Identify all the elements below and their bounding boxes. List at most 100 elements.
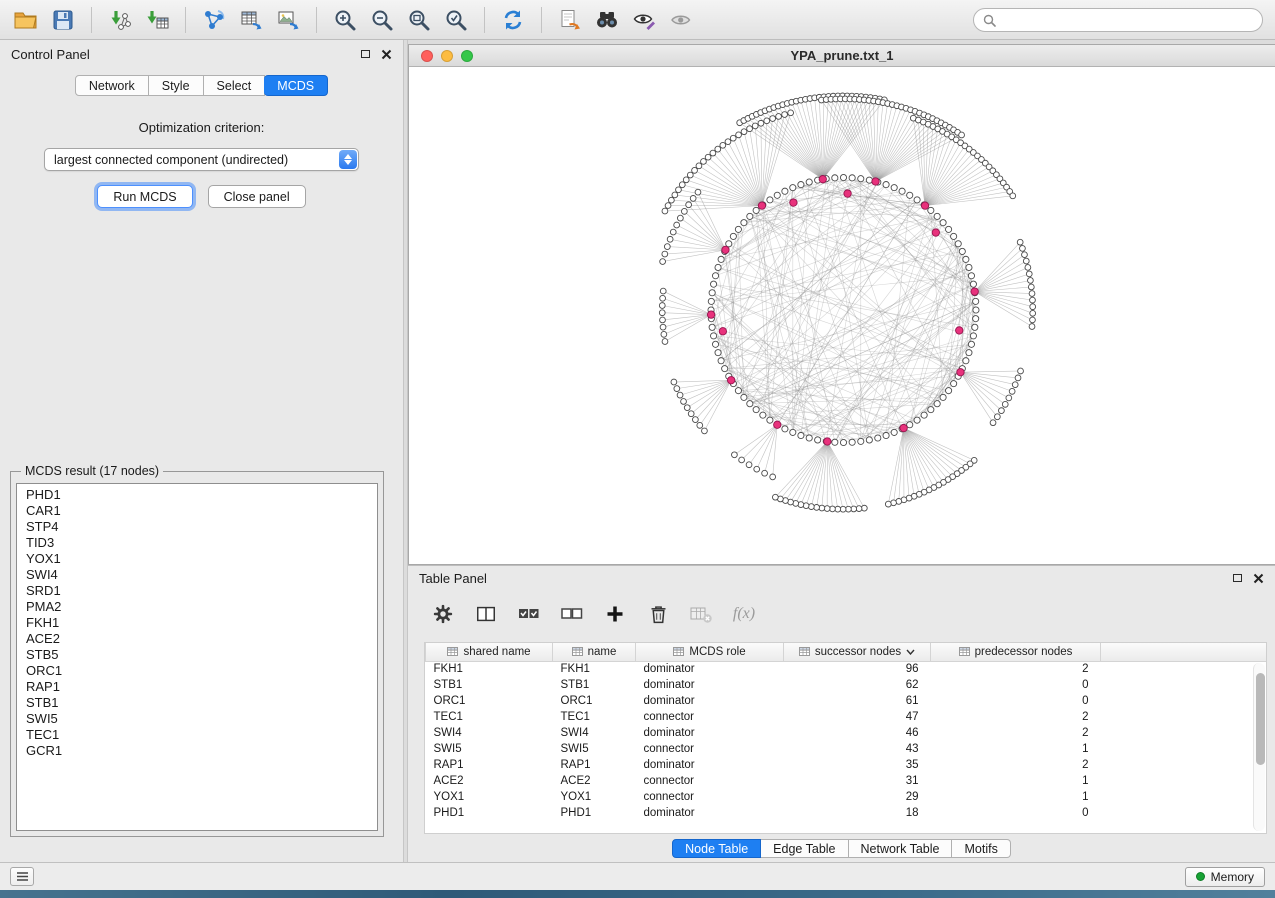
column-header-successor-nodes[interactable]: successor nodes xyxy=(784,643,931,661)
mcds-result-item[interactable]: TEC1 xyxy=(17,727,377,743)
annotate-view-button[interactable] xyxy=(628,5,660,35)
mcds-result-item[interactable]: STP4 xyxy=(17,519,377,535)
mcds-result-item[interactable]: ORC1 xyxy=(17,663,377,679)
search-box[interactable] xyxy=(973,8,1263,32)
optimization-criterion-label: Optimization criterion: xyxy=(0,120,403,135)
table-cell: 18 xyxy=(784,805,931,821)
mcds-result-item[interactable]: CAR1 xyxy=(17,503,377,519)
mcds-result-item[interactable]: STB5 xyxy=(17,647,377,663)
search-input[interactable] xyxy=(1002,13,1253,27)
mcds-result-item[interactable]: TID3 xyxy=(17,535,377,551)
table-row[interactable]: STB1STB1dominator620 xyxy=(426,677,1267,693)
table-row[interactable]: TEC1TEC1connector472 xyxy=(426,709,1267,725)
table-cell: TEC1 xyxy=(426,709,553,725)
network-graph[interactable] xyxy=(409,67,1275,564)
find-button[interactable] xyxy=(591,5,623,35)
deselect-all-button[interactable] xyxy=(559,601,585,627)
table-row[interactable]: SWI5SWI5connector431 xyxy=(426,741,1267,757)
status-menu-button[interactable] xyxy=(10,867,34,886)
mcds-result-list[interactable]: PHD1CAR1STP4TID3YOX1SWI4SRD1PMA2FKH1ACE2… xyxy=(16,483,378,831)
run-mcds-button[interactable]: Run MCDS xyxy=(97,185,192,208)
window-traffic-lights xyxy=(421,50,473,62)
mcds-result-item[interactable]: PMA2 xyxy=(17,599,377,615)
tab-motifs[interactable]: Motifs xyxy=(952,839,1010,858)
mcds-result-item[interactable]: YOX1 xyxy=(17,551,377,567)
table-row[interactable]: RAP1RAP1dominator352 xyxy=(426,757,1267,773)
new-network-button[interactable] xyxy=(198,5,230,35)
memory-button[interactable]: Memory xyxy=(1185,867,1265,887)
close-panel-button[interactable]: Close panel xyxy=(208,185,306,208)
toolbar-separator xyxy=(541,7,542,33)
table-scrollbar-thumb[interactable] xyxy=(1256,673,1265,765)
column-header-name[interactable]: name xyxy=(553,643,636,661)
table-cell: 0 xyxy=(931,693,1101,709)
delete-table-icon xyxy=(689,603,713,625)
network-canvas[interactable] xyxy=(409,67,1275,564)
table-row[interactable]: ACE2ACE2connector311 xyxy=(426,773,1267,789)
column-type-icon xyxy=(572,647,583,656)
open-file-button[interactable] xyxy=(10,5,42,35)
show-columns-button[interactable] xyxy=(473,601,499,627)
optimization-criterion-select[interactable]: largest connected component (undirected) xyxy=(44,148,359,171)
add-column-button[interactable] xyxy=(602,601,628,627)
import-network-button[interactable] xyxy=(104,5,136,35)
close-window-icon[interactable] xyxy=(421,50,433,62)
column-header-shared-name[interactable]: shared name xyxy=(426,643,553,661)
table-cell: 1 xyxy=(931,773,1101,789)
select-all-button[interactable] xyxy=(516,601,542,627)
zoom-selected-button[interactable] xyxy=(440,5,472,35)
refresh-button[interactable] xyxy=(497,5,529,35)
zoom-fit-button[interactable] xyxy=(403,5,435,35)
table-row[interactable]: SWI4SWI4dominator462 xyxy=(426,725,1267,741)
table-cell: connector xyxy=(636,789,784,805)
import-table-button[interactable] xyxy=(141,5,173,35)
close-panel-icon[interactable] xyxy=(381,49,392,60)
column-header-predecessor-nodes[interactable]: predecessor nodes xyxy=(931,643,1101,661)
column-header-mcds-role[interactable]: MCDS role xyxy=(636,643,784,661)
tab-node-table[interactable]: Node Table xyxy=(672,839,761,858)
mcds-result-item[interactable]: SWI4 xyxy=(17,567,377,583)
delete-column-button[interactable] xyxy=(645,601,671,627)
close-panel-icon[interactable] xyxy=(1253,573,1264,584)
table-scrollbar[interactable] xyxy=(1253,663,1265,831)
tab-select[interactable]: Select xyxy=(204,75,266,96)
mcds-result-item[interactable]: PHD1 xyxy=(17,487,377,503)
mcds-result-item[interactable]: GCR1 xyxy=(17,743,377,759)
binoculars-icon xyxy=(594,8,620,32)
table-settings-button[interactable] xyxy=(430,601,456,627)
maximize-window-icon[interactable] xyxy=(461,50,473,62)
mcds-result-item[interactable]: FKH1 xyxy=(17,615,377,631)
clear-table-button[interactable] xyxy=(688,601,714,627)
table-row[interactable]: ORC1ORC1dominator610 xyxy=(426,693,1267,709)
network-window-titlebar[interactable]: YPA_prune.txt_1 xyxy=(409,45,1275,67)
zoom-out-button[interactable] xyxy=(366,5,398,35)
tab-network[interactable]: Network xyxy=(75,75,149,96)
mcds-result-item[interactable]: ACE2 xyxy=(17,631,377,647)
show-hide-button[interactable] xyxy=(665,5,697,35)
table-cell: dominator xyxy=(636,725,784,741)
tab-style[interactable]: Style xyxy=(149,75,204,96)
save-icon xyxy=(51,8,75,32)
share-document-button[interactable] xyxy=(554,5,586,35)
float-panel-icon[interactable] xyxy=(361,50,370,58)
status-bar: Memory xyxy=(0,862,1275,890)
mcds-result-item[interactable]: STB1 xyxy=(17,695,377,711)
zoom-in-button[interactable] xyxy=(329,5,361,35)
mcds-result-item[interactable]: SWI5 xyxy=(17,711,377,727)
mcds-result-item[interactable]: SRD1 xyxy=(17,583,377,599)
export-table-button[interactable] xyxy=(235,5,267,35)
export-image-button[interactable] xyxy=(272,5,304,35)
tab-edge-table[interactable]: Edge Table xyxy=(761,839,848,858)
tab-network-table[interactable]: Network Table xyxy=(849,839,953,858)
float-panel-icon[interactable] xyxy=(1233,574,1242,582)
memory-label: Memory xyxy=(1211,870,1254,884)
table-row[interactable]: PHD1PHD1dominator180 xyxy=(426,805,1267,821)
table-row[interactable]: YOX1YOX1connector291 xyxy=(426,789,1267,805)
mcds-result-item[interactable]: RAP1 xyxy=(17,679,377,695)
tab-mcds[interactable]: MCDS xyxy=(264,75,328,96)
cytoscape-app: Control Panel Network Style Select MCDS … xyxy=(0,0,1275,898)
function-builder-button[interactable]: f(x) xyxy=(731,601,757,627)
table-row[interactable]: FKH1FKH1dominator962 xyxy=(426,661,1267,677)
minimize-window-icon[interactable] xyxy=(441,50,453,62)
save-session-button[interactable] xyxy=(47,5,79,35)
